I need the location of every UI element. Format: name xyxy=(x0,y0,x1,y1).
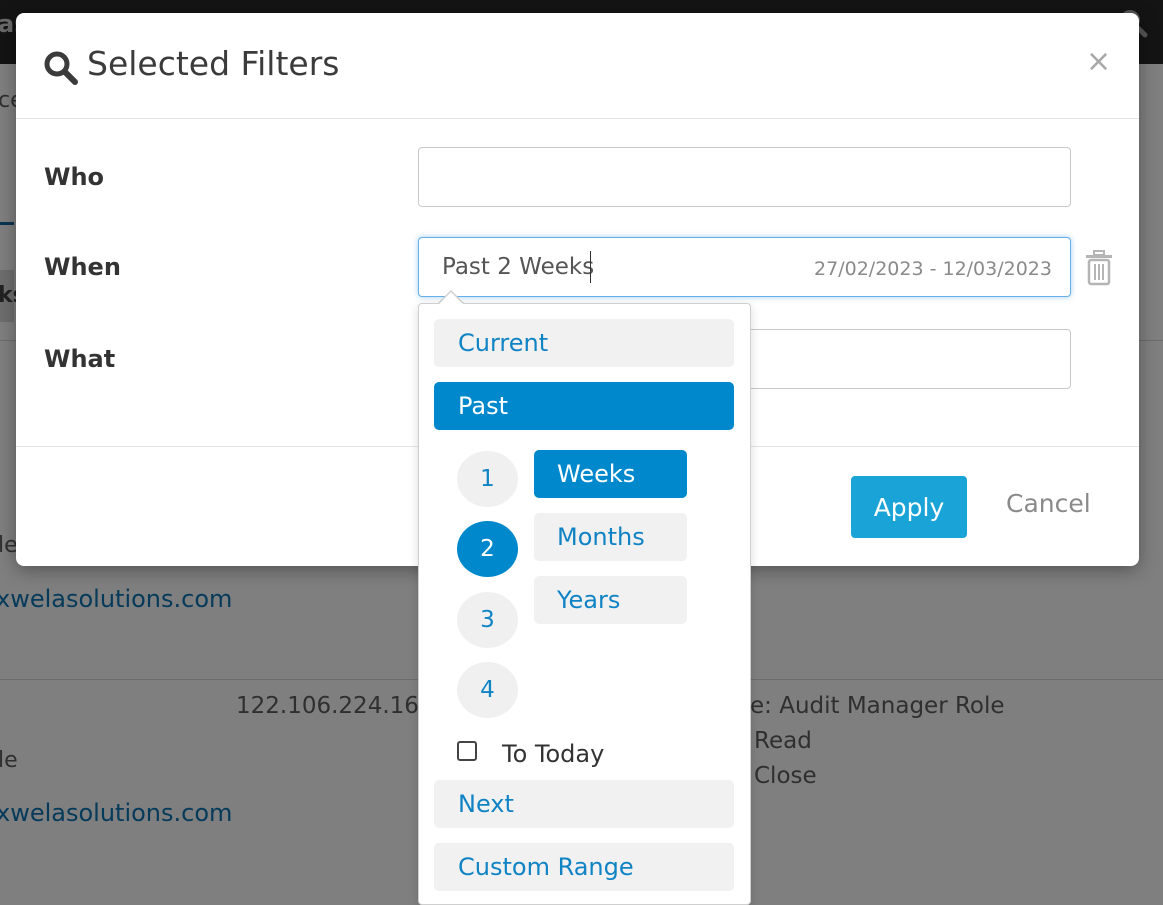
apply-button[interactable]: Apply xyxy=(851,476,967,538)
bg-ip-address: 122.106.224.167 xyxy=(236,693,434,719)
bg-tab-indicator xyxy=(0,222,14,225)
number-4-button[interactable]: 4 xyxy=(457,662,518,718)
bg-text-fragment: le xyxy=(0,533,18,558)
option-next[interactable]: Next xyxy=(434,780,734,828)
close-icon[interactable]: × xyxy=(1086,47,1111,77)
bg-email-link[interactable]: xwelasolutions.com xyxy=(0,799,232,827)
number-1-button[interactable]: 1 xyxy=(457,451,518,507)
when-date-range: 27/02/2023 - 12/03/2023 xyxy=(814,258,1052,280)
bg-permission-text: Close xyxy=(754,763,817,789)
bg-role-text: e: Audit Manager Role xyxy=(750,693,1005,719)
option-custom-range[interactable]: Custom Range xyxy=(434,843,734,891)
who-label: Who xyxy=(44,163,105,191)
number-2-button[interactable]: 2 xyxy=(457,521,518,577)
option-current[interactable]: Current xyxy=(434,319,734,367)
when-input[interactable]: Past 2 Weeks 27/02/2023 - 12/03/2023 xyxy=(418,237,1071,297)
cancel-button[interactable]: Cancel xyxy=(1006,489,1091,518)
when-dropdown: Current Past 1 2 3 4 Weeks Months Years … xyxy=(418,303,751,905)
who-input[interactable] xyxy=(418,147,1071,207)
unit-weeks-button[interactable]: Weeks xyxy=(534,450,687,498)
when-value: Past 2 Weeks xyxy=(442,254,595,280)
modal-header: Selected Filters × xyxy=(16,13,1139,119)
trash-icon[interactable] xyxy=(1084,250,1114,286)
bg-email-link[interactable]: xwelasolutions.com xyxy=(0,585,232,613)
dropdown-pointer-fill xyxy=(439,292,463,304)
search-icon xyxy=(44,51,78,85)
number-3-button[interactable]: 3 xyxy=(457,592,518,648)
bg-permission-text: Read xyxy=(754,728,812,754)
text-cursor xyxy=(590,251,591,283)
when-label: When xyxy=(44,253,121,281)
unit-years-button[interactable]: Years xyxy=(534,576,687,624)
to-today-label: To Today xyxy=(502,740,605,768)
what-label: What xyxy=(44,345,116,373)
unit-months-button[interactable]: Months xyxy=(534,513,687,561)
to-today-checkbox[interactable] xyxy=(457,741,477,761)
bg-text-fragment: le xyxy=(0,748,18,773)
option-past[interactable]: Past xyxy=(434,382,734,430)
modal-title: Selected Filters xyxy=(87,44,340,83)
